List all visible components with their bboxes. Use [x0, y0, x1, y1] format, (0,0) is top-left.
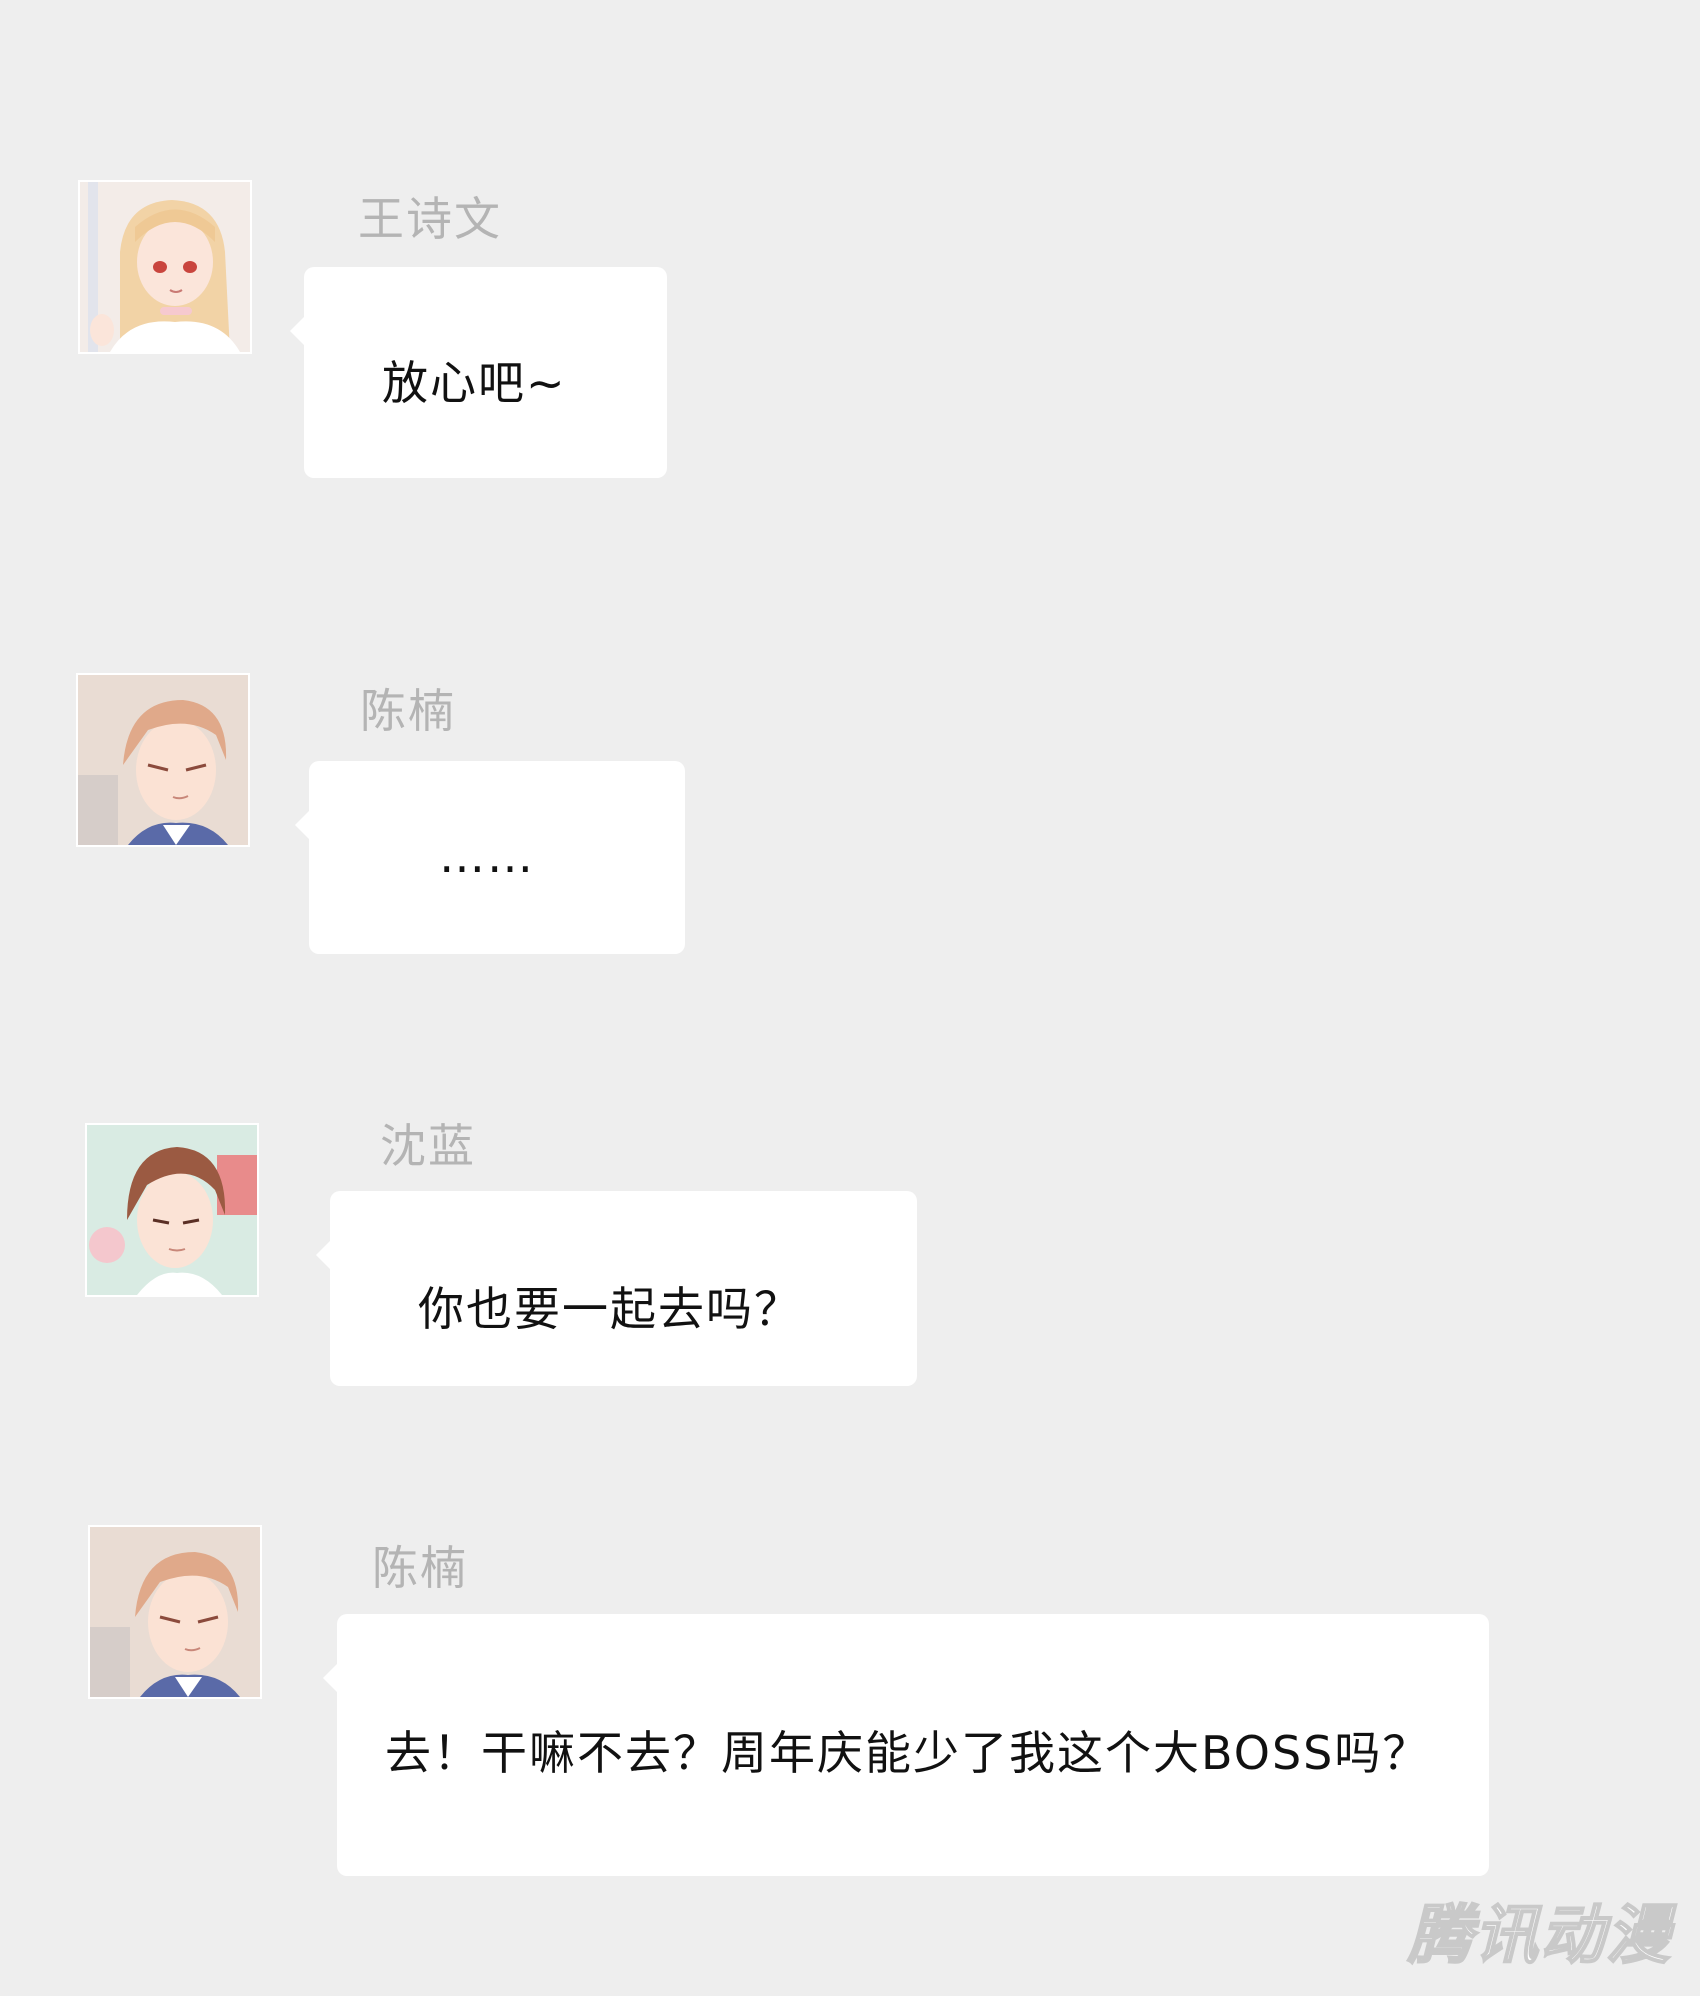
- watermark-logo: 腾讯动漫: [1407, 1898, 1672, 1974]
- message-bubble[interactable]: 去！干嘛不去？周年庆能少了我这个大BOSS吗？: [323, 1614, 1489, 1876]
- message-bubble[interactable]: 你也要一起去吗？: [316, 1191, 917, 1386]
- message-bubble[interactable]: ……: [295, 761, 685, 954]
- avatar-chen-nan[interactable]: [88, 1525, 262, 1699]
- sender-name: 沈蓝: [380, 1119, 476, 1173]
- message-text: ……: [439, 829, 535, 883]
- message-bubble[interactable]: 放心吧~: [290, 267, 667, 478]
- sender-name: 王诗文: [358, 192, 502, 246]
- avatar-shen-lan[interactable]: [85, 1123, 259, 1297]
- auburn-man-avatar-icon: [78, 675, 248, 845]
- blonde-girl-avatar-icon: [80, 182, 250, 352]
- auburn-man-avatar-icon: [90, 1527, 260, 1697]
- message-text: 放心吧~: [382, 356, 567, 410]
- message-text: 去！干嘛不去？周年庆能少了我这个大BOSS吗？: [385, 1726, 1431, 1780]
- avatar-wang-shiwen[interactable]: [78, 180, 252, 354]
- message-text: 你也要一起去吗？: [418, 1282, 802, 1336]
- brown-hair-man-avatar-icon: [87, 1125, 257, 1295]
- avatar-chen-nan[interactable]: [76, 673, 250, 847]
- sender-name: 陈楠: [360, 684, 456, 738]
- sender-name: 陈楠: [372, 1541, 468, 1595]
